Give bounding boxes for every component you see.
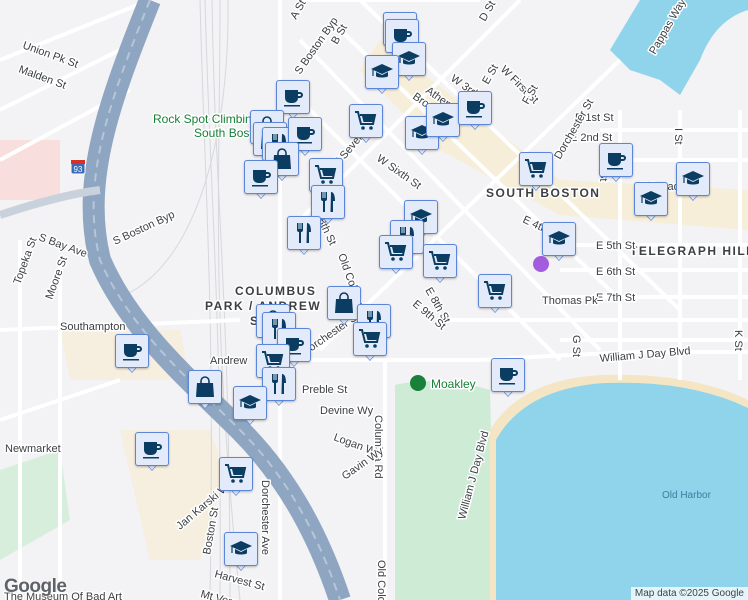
- street-label: S Boston Byp: [111, 209, 176, 248]
- cart-icon: [384, 240, 408, 264]
- coffee-icon: [496, 363, 520, 387]
- street-label: G St: [570, 335, 582, 357]
- fork-knife-icon: [316, 190, 340, 214]
- map-marker[interactable]: [458, 91, 492, 135]
- street-label: S Boston Byp: [293, 15, 341, 76]
- map-marker[interactable]: [287, 216, 321, 260]
- map-marker[interactable]: [115, 334, 149, 378]
- map-attribution[interactable]: Map data ©2025 Google: [630, 587, 748, 600]
- map-marker[interactable]: [423, 244, 457, 288]
- map-marker[interactable]: [519, 152, 553, 196]
- map-marker[interactable]: [478, 274, 512, 318]
- park-pin-icon[interactable]: [410, 375, 426, 391]
- map-marker[interactable]: [219, 457, 253, 501]
- commercial-zone: [0, 140, 60, 200]
- street-label: D St: [477, 0, 498, 24]
- street-label: Devine Wy: [320, 405, 374, 417]
- area-label: COLUMBUS: [235, 284, 316, 298]
- cart-icon: [358, 327, 382, 351]
- poi-label[interactable]: Moakley: [430, 376, 478, 393]
- coffee-icon: [281, 85, 305, 109]
- poi-label[interactable]: Newmarket: [4, 442, 63, 457]
- map-marker[interactable]: [233, 386, 267, 430]
- cart-icon: [483, 279, 507, 303]
- coffee-icon: [604, 148, 628, 172]
- map-marker[interactable]: [135, 432, 169, 476]
- street-label: E 5th St: [596, 240, 635, 252]
- street-label: E 7th St: [596, 292, 635, 304]
- street-label: I St: [672, 128, 684, 145]
- map-marker[interactable]: [353, 322, 387, 366]
- map-marker[interactable]: [634, 182, 668, 226]
- map-marker[interactable]: [491, 358, 525, 402]
- water-label: Old Harbor: [662, 490, 712, 501]
- street-label: Thomas Pk: [542, 295, 598, 307]
- map-marker[interactable]: [542, 222, 576, 266]
- map-marker[interactable]: [379, 235, 413, 279]
- google-logo: Google: [4, 576, 67, 597]
- street-label: A St: [288, 0, 308, 21]
- cart-icon: [314, 163, 338, 187]
- street-label: Moore St: [44, 255, 71, 301]
- graduation-cap-icon: [639, 187, 663, 211]
- graduation-cap-icon: [547, 227, 571, 251]
- street-label: Southampton: [60, 321, 125, 333]
- area-label: TELEGRAPH HILL: [630, 244, 748, 258]
- map-marker[interactable]: [188, 370, 222, 414]
- coffee-icon: [249, 165, 273, 189]
- street-label: Andrew: [210, 355, 247, 367]
- street-label: E 6th St: [596, 266, 635, 278]
- map-marker[interactable]: [349, 104, 383, 148]
- street-label: Preble St: [302, 384, 347, 396]
- graduation-cap-icon: [681, 167, 705, 191]
- graduation-cap-icon: [370, 60, 394, 84]
- cart-icon: [224, 462, 248, 486]
- street-label: Old Colony: [375, 560, 387, 600]
- map-marker[interactable]: [262, 367, 296, 411]
- map-marker[interactable]: [365, 55, 399, 99]
- fork-knife-icon: [292, 221, 316, 245]
- street-label: K St: [732, 330, 744, 351]
- cart-icon: [354, 109, 378, 133]
- coffee-icon: [140, 437, 164, 461]
- coffee-icon: [463, 96, 487, 120]
- graduation-cap-icon: [397, 47, 421, 71]
- poi-label[interactable]: Rock Spot Climbing: [152, 111, 260, 128]
- shopping-bag-icon: [332, 291, 356, 315]
- street-label: Mt Vernon: [199, 588, 251, 600]
- street-label: Dorchester Ave: [259, 480, 271, 555]
- map-marker[interactable]: [599, 143, 633, 187]
- street-label: S Bay Ave: [37, 232, 89, 261]
- svg-text:93: 93: [74, 165, 83, 174]
- map-marker[interactable]: [426, 103, 460, 147]
- street-label: Topeka St: [12, 236, 40, 286]
- graduation-cap-icon: [431, 108, 455, 132]
- shopping-bag-icon: [193, 375, 217, 399]
- moakley-park: [395, 381, 495, 600]
- cart-icon: [524, 157, 548, 181]
- cart-icon: [428, 249, 452, 273]
- graduation-cap-icon: [238, 391, 262, 415]
- highway-shield: 93: [70, 159, 86, 175]
- map-marker[interactable]: [676, 162, 710, 206]
- coffee-icon: [120, 339, 144, 363]
- map-marker[interactable]: [224, 532, 258, 576]
- graduation-cap-icon: [229, 537, 253, 561]
- street-label: William J Day Blvd: [599, 345, 691, 365]
- fork-knife-icon: [267, 372, 291, 396]
- street-label: E St: [480, 62, 501, 86]
- map-marker[interactable]: [244, 160, 278, 204]
